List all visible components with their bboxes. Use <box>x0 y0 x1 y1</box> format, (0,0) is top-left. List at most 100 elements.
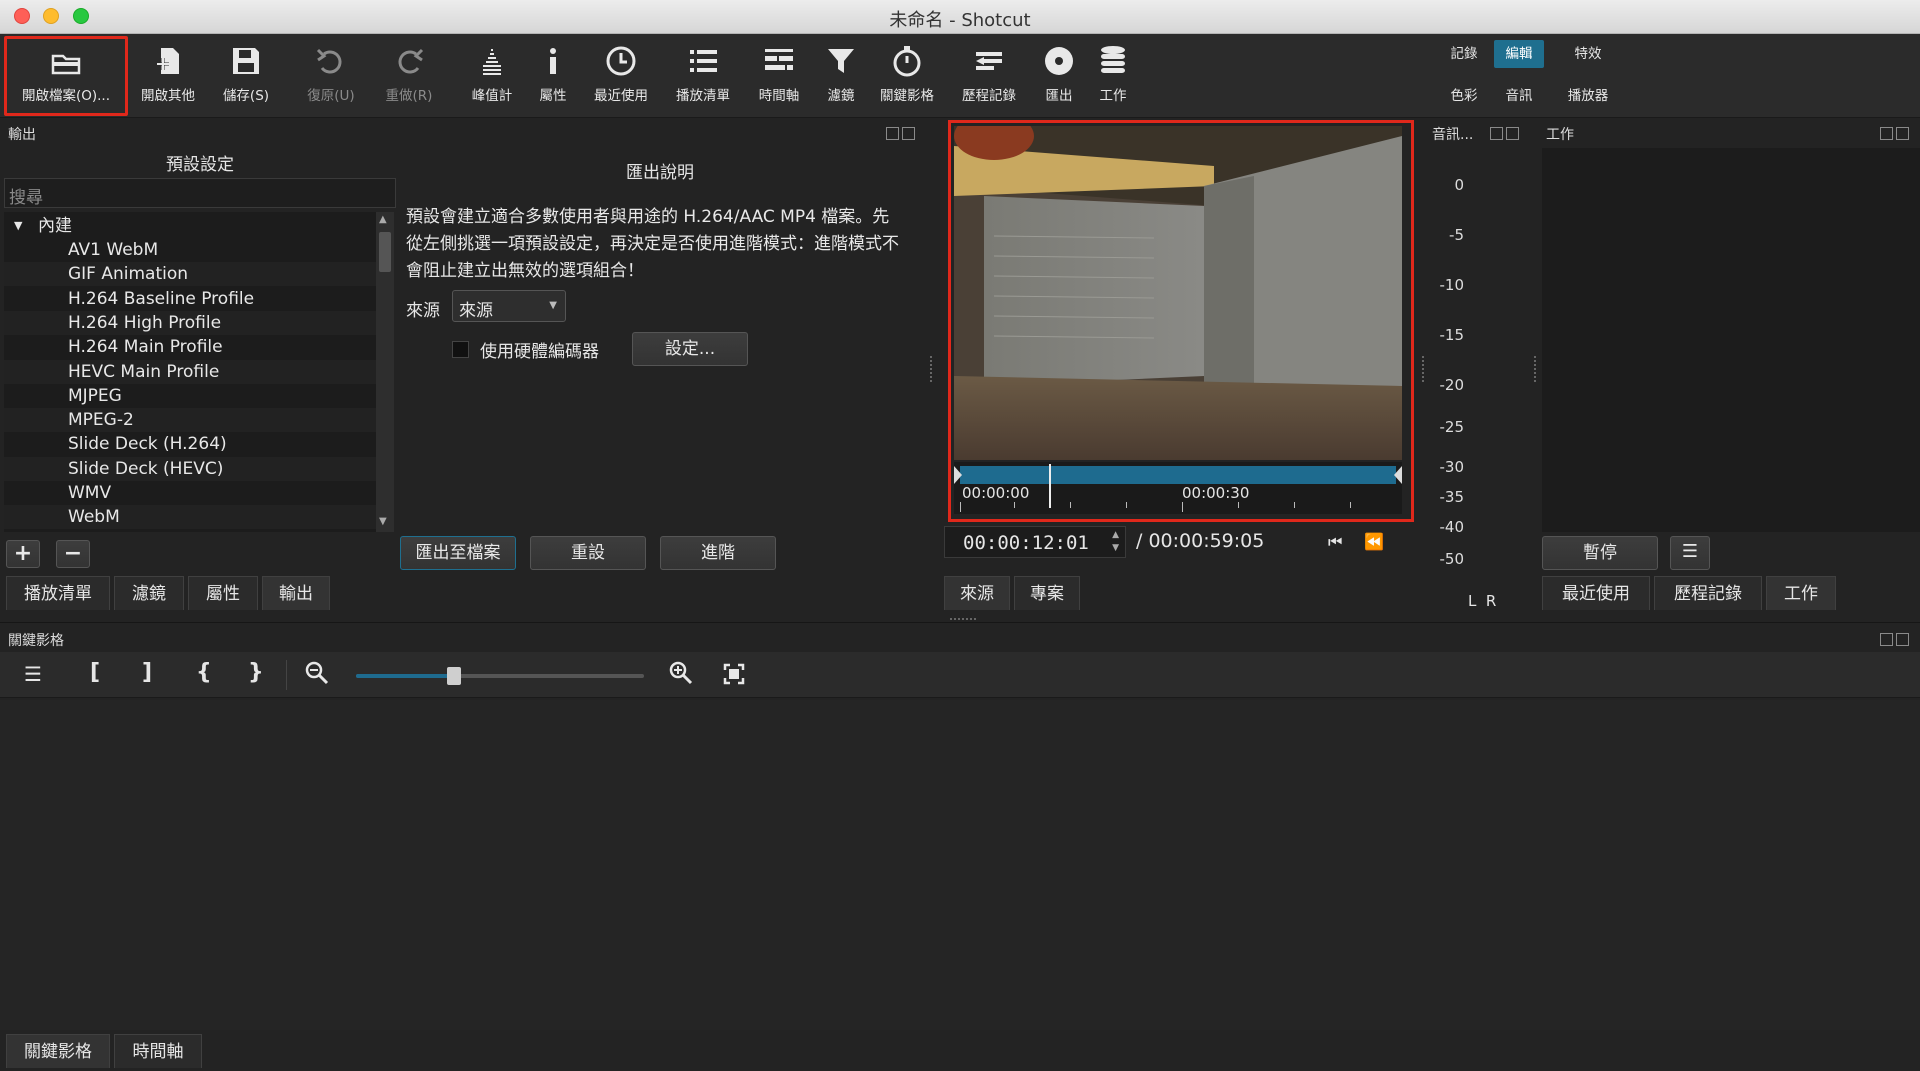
zoom-out-icon[interactable] <box>304 660 330 690</box>
preset-item[interactable]: H.264 High Profile <box>4 310 376 335</box>
jobs-panel-dock-controls[interactable] <box>1880 126 1914 142</box>
export-button[interactable]: 匯出 <box>1034 40 1084 112</box>
keyframes-menu-icon[interactable]: ☰ <box>24 662 42 686</box>
bottom-tab-0[interactable]: 關鍵影格 <box>6 1034 110 1068</box>
redo-button[interactable]: 重做(R) <box>372 40 446 112</box>
left-tab-3[interactable]: 輸出 <box>262 576 330 610</box>
preset-search-input[interactable]: 搜尋 <box>4 178 396 208</box>
keyframes-button[interactable]: 關鍵影格 <box>872 40 942 112</box>
pause-jobs-button[interactable]: 暫停 <box>1542 536 1658 570</box>
audio-scale-tick: -35 <box>1439 488 1465 506</box>
peak-meter-icon <box>483 49 501 75</box>
in-point-marker[interactable] <box>954 466 962 484</box>
playlist-button[interactable]: 播放清單 <box>668 40 738 112</box>
set-in-point-icon[interactable]: [ <box>90 660 100 685</box>
save-button[interactable]: 儲存(S) <box>212 40 280 112</box>
set-out-point-icon[interactable]: ] <box>142 660 152 685</box>
preset-scrollbar[interactable]: ▲ ▼ <box>376 212 394 532</box>
export-file-button[interactable]: 匯出至檔案 <box>400 536 516 570</box>
timecode-spinbox[interactable]: 00:00:12:01 ▲ ▼ <box>944 526 1126 558</box>
rewind-icon[interactable]: ⏪ <box>1364 532 1384 551</box>
audio-scale-tick: -50 <box>1439 550 1465 568</box>
keyframes-toolbar: ☰ [ ] { } <box>0 652 1920 698</box>
preset-item[interactable]: AV1 WebM <box>4 238 376 262</box>
workspace-logging[interactable]: 記錄 <box>1438 40 1490 68</box>
audio-panel-dock-controls[interactable] <box>1490 126 1524 142</box>
left-tab-0[interactable]: 播放清單 <box>6 576 110 610</box>
workspace-editing[interactable]: 編輯 <box>1494 40 1544 68</box>
jobs-tab-1[interactable]: 歷程記錄 <box>1654 576 1762 610</box>
scroll-down-arrow-icon: ▼ <box>379 516 387 527</box>
preset-item[interactable]: H.264 Baseline Profile <box>4 286 376 311</box>
preset-group-builtin[interactable]: ▼ 內建 <box>4 214 376 238</box>
left-tab-1[interactable]: 濾鏡 <box>114 576 184 610</box>
jobs-tab-2[interactable]: 工作 <box>1766 576 1836 610</box>
source-select[interactable]: 來源 ▼ <box>452 290 566 322</box>
workspace-effects[interactable]: 特效 <box>1562 40 1614 68</box>
splitter-handle[interactable] <box>930 356 934 382</box>
properties-button[interactable]: 屬性 <box>528 40 578 112</box>
keyframes-panel-dock-controls[interactable] <box>1880 632 1914 648</box>
jobs-tab-0[interactable]: 最近使用 <box>1542 576 1650 610</box>
preset-item[interactable]: WebM <box>4 505 376 530</box>
recent-button[interactable]: 最近使用 <box>586 40 656 112</box>
encoder-settings-button[interactable]: 設定... <box>632 332 748 366</box>
player-scrub-bar[interactable]: 00:00:00 00:00:30 <box>954 462 1402 514</box>
add-preset-button[interactable]: + <box>6 540 40 568</box>
preset-item[interactable]: GIF Animation <box>4 262 376 287</box>
undo-button[interactable]: 復原(U) <box>294 40 368 112</box>
player-tab-0[interactable]: 來源 <box>944 576 1010 610</box>
scrub-progress <box>960 466 1396 484</box>
zoom-fit-icon[interactable] <box>722 662 746 690</box>
timeline-icon <box>765 49 793 70</box>
history-button[interactable]: 歷程記錄 <box>954 40 1024 112</box>
preset-item[interactable]: HEVC Main Profile <box>4 359 376 384</box>
workspace-color[interactable]: 色彩 <box>1438 82 1490 110</box>
preset-item[interactable]: Slide Deck (H.264) <box>4 432 376 457</box>
player-tab-1[interactable]: 專案 <box>1014 576 1080 610</box>
workspace-player[interactable]: 播放器 <box>1556 82 1620 110</box>
preset-item[interactable]: Slide Deck (HEVC) <box>4 456 376 481</box>
open-other-button[interactable]: 開啟其他 <box>132 40 204 112</box>
workspace-audio[interactable]: 音訊 <box>1494 82 1544 110</box>
advanced-button[interactable]: 進階 <box>660 536 776 570</box>
export-panel-dock-controls[interactable] <box>886 126 920 142</box>
preset-item[interactable]: MPEG-2 <box>4 408 376 433</box>
video-preview[interactable] <box>954 126 1402 460</box>
timeline-button[interactable]: 時間軸 <box>748 40 810 112</box>
jobs-stack-icon <box>1101 46 1125 73</box>
zoom-slider-thumb[interactable] <box>446 667 461 685</box>
filters-button[interactable]: 濾鏡 <box>816 40 866 112</box>
open-other-icon <box>157 48 179 74</box>
audio-splitter-right[interactable] <box>1534 356 1538 382</box>
preset-item[interactable]: MJPEG <box>4 383 376 408</box>
skip-to-start-icon[interactable]: ⏮ <box>1328 532 1342 552</box>
zoom-slider[interactable] <box>356 667 644 685</box>
ruler-label-start: 00:00:00 <box>962 484 1030 502</box>
seek-next-keyframe-icon[interactable]: } <box>248 660 264 685</box>
scrollbar-thumb[interactable] <box>379 232 391 272</box>
audio-scale-tick: -40 <box>1439 518 1465 536</box>
export-description-text: 預設會建立適合多數使用者與用途的 H.264/AAC MP4 檔案。先從左側挑選… <box>406 207 899 281</box>
open-file-button[interactable]: 開啟檔案(O)... <box>10 40 122 112</box>
peak-meter-button[interactable]: 峰值計 <box>460 40 524 112</box>
ruler-ticks <box>960 502 1396 512</box>
keyframes-area[interactable] <box>0 700 1920 1030</box>
left-tab-2[interactable]: 屬性 <box>188 576 258 610</box>
remove-preset-button[interactable]: − <box>56 540 90 568</box>
reset-button[interactable]: 重設 <box>530 536 646 570</box>
filter-icon <box>828 49 854 73</box>
out-point-marker[interactable] <box>1394 466 1402 484</box>
hamburger-icon: ☰ <box>1681 541 1699 562</box>
jobs-menu-button[interactable]: ☰ <box>1670 536 1710 570</box>
jobs-button[interactable]: 工作 <box>1088 40 1138 112</box>
bottom-tab-1[interactable]: 時間軸 <box>114 1034 202 1068</box>
preset-item[interactable]: H.264 Main Profile <box>4 335 376 360</box>
zoom-in-icon[interactable] <box>668 660 694 690</box>
preset-tree: ▼ 內建 AV1 WebM GIF Animation H.264 Baseline… <box>4 212 376 532</box>
hw-encoder-checkbox[interactable] <box>452 341 469 358</box>
seek-previous-keyframe-icon[interactable]: { <box>196 660 212 685</box>
keyframes-divider <box>0 622 1920 623</box>
spin-arrows-icon[interactable]: ▲ ▼ <box>1112 529 1119 555</box>
preset-item[interactable]: WMV <box>4 481 376 505</box>
